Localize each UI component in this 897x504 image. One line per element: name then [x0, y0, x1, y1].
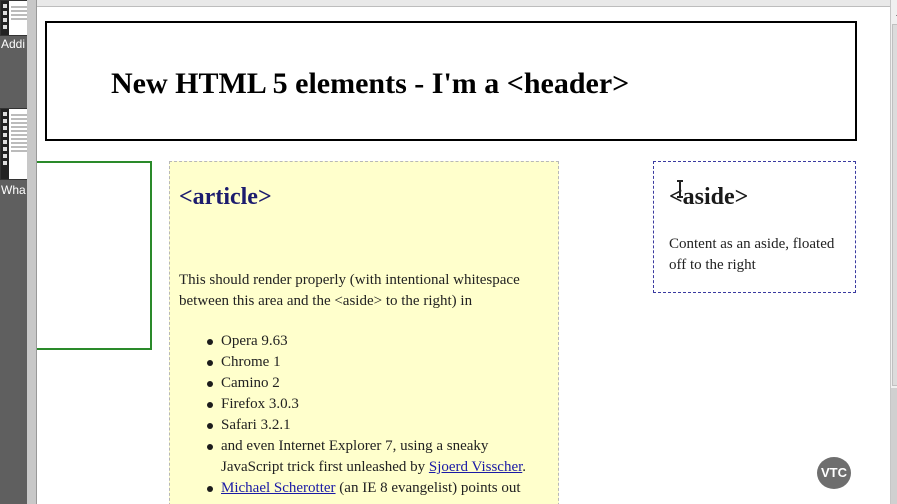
list-item-ie7: and even Internet Explorer 7, using a sn…: [202, 436, 552, 478]
vertical-scrollbar[interactable]: [890, 0, 897, 504]
article-heading: <article>: [179, 184, 272, 210]
text-cursor-icon: [677, 180, 683, 200]
filmstrip-icon: [1, 1, 9, 35]
list-item: Safari 3.2.1: [202, 415, 552, 436]
list-item: Firefox 3.0.3: [202, 394, 552, 415]
page-viewport: New HTML 5 elements - I'm a <header> <ar…: [37, 0, 890, 504]
article-intro: This should render properly (with intent…: [179, 272, 520, 309]
vtc-logo: VTC: [817, 457, 851, 489]
scroll-up-icon[interactable]: [891, 0, 897, 22]
header-title: New HTML 5 elements - I'm a <header>: [111, 67, 630, 100]
article-section: <article> This should render properly (w…: [169, 161, 559, 504]
window-frame-left: [27, 0, 37, 504]
ie7-suffix: .: [522, 459, 527, 475]
browser-window: New HTML 5 elements - I'm a <header> <ar…: [27, 0, 897, 504]
list-item: Chrome 1: [202, 352, 552, 373]
scrollbar-track[interactable]: [891, 388, 897, 504]
nav-box: [37, 161, 152, 350]
scrollbar-thumb[interactable]: [892, 24, 897, 386]
filmstrip-icon: [1, 109, 9, 179]
sjoerd-visscher-link[interactable]: Sjoerd Visscher: [429, 459, 522, 475]
list-item: Opera 9.63: [202, 331, 552, 352]
page-header: New HTML 5 elements - I'm a <header>: [45, 21, 857, 141]
ie8-text: (an IE 8 evangelist) points out: [335, 480, 521, 496]
browser-list: Opera 9.63 Chrome 1 Camino 2 Firefox 3.0…: [202, 331, 552, 499]
list-item: Camino 2: [202, 373, 552, 394]
michael-scherotter-link[interactable]: Michael Scherotter: [221, 480, 336, 496]
window-top-edge: [37, 0, 890, 7]
aside-section: <aside> Content as an aside, floated off…: [653, 161, 856, 293]
aside-text: Content as an aside, floated off to the …: [669, 236, 835, 273]
list-item-ie8: Michael Scherotter (an IE 8 evangelist) …: [202, 478, 552, 499]
